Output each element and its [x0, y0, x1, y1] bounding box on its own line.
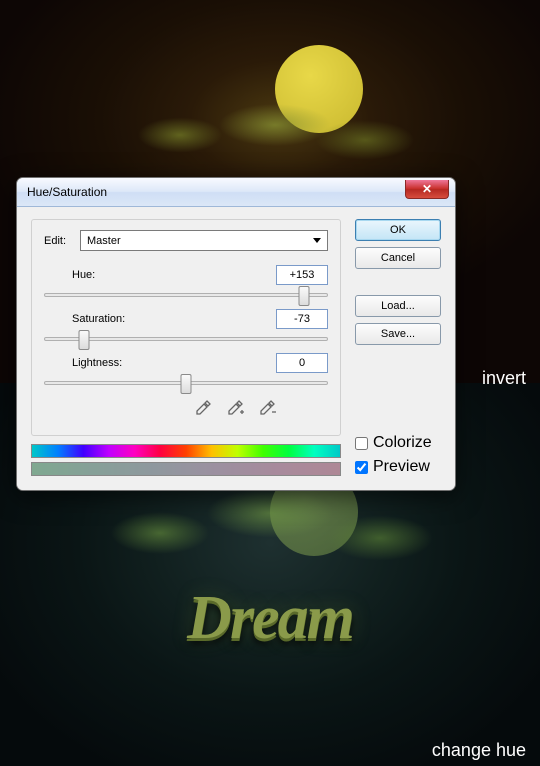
preview-label: Preview — [373, 458, 430, 476]
dialog-title: Hue/Saturation — [27, 185, 107, 199]
hue-input[interactable] — [276, 265, 328, 285]
colorize-checkbox[interactable]: Colorize — [355, 434, 441, 452]
saturation-thumb[interactable] — [79, 330, 90, 350]
edit-value: Master — [87, 235, 121, 247]
preview-checkbox[interactable]: Preview — [355, 458, 441, 476]
cancel-button[interactable]: Cancel — [355, 247, 441, 269]
hue-spectrum-bar — [31, 444, 341, 458]
lightness-input[interactable] — [276, 353, 328, 373]
colorize-box[interactable] — [355, 437, 368, 450]
lightness-slider[interactable] — [44, 381, 328, 385]
colorize-label: Colorize — [373, 434, 432, 452]
saturation-slider[interactable] — [44, 337, 328, 341]
dream-wordmark: Dream — [0, 583, 540, 654]
hue-thumb[interactable] — [299, 286, 310, 306]
load-button[interactable]: Load... — [355, 295, 441, 317]
close-button[interactable]: ✕ — [405, 180, 449, 199]
hue-saturation-dialog: Hue/Saturation ✕ Edit: Master Hue: — [16, 177, 456, 491]
hue-label: Hue: — [72, 269, 276, 281]
preview-box[interactable] — [355, 461, 368, 474]
saturation-label: Saturation: — [72, 313, 276, 325]
save-button[interactable]: Save... — [355, 323, 441, 345]
titlebar[interactable]: Hue/Saturation ✕ — [17, 178, 455, 207]
edit-dropdown[interactable]: Master — [80, 230, 328, 251]
edit-label: Edit: — [44, 235, 72, 247]
adjustment-group: Edit: Master Hue: Satur — [31, 219, 341, 436]
ok-button[interactable]: OK — [355, 219, 441, 241]
eyedropper-subtract-icon[interactable] — [256, 397, 278, 419]
shifted-spectrum-bar — [31, 462, 341, 476]
lightness-label: Lightness: — [72, 357, 276, 369]
annotation-change-hue: change hue — [432, 740, 526, 761]
saturation-input[interactable] — [276, 309, 328, 329]
annotation-invert: invert — [482, 368, 526, 389]
lightness-thumb[interactable] — [181, 374, 192, 394]
eyedropper-icon[interactable] — [192, 397, 214, 419]
close-icon: ✕ — [422, 182, 432, 196]
hue-slider[interactable] — [44, 293, 328, 297]
eyedropper-add-icon[interactable] — [224, 397, 246, 419]
